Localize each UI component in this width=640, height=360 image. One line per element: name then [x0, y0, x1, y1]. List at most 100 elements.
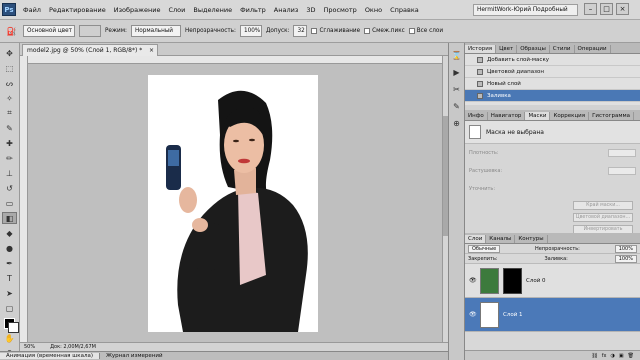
document-tab[interactable]: model2.jpg @ 50% (Слой 1, RGB/8*) * × [22, 44, 158, 56]
feather-field[interactable] [608, 167, 636, 175]
tab-masks[interactable]: Маски [525, 112, 551, 120]
eye-icon[interactable]: 👁 [469, 277, 477, 284]
path-selection-icon[interactable]: ➤ [2, 287, 17, 299]
brush-tool-icon[interactable]: ✏ [2, 152, 17, 164]
shape-tool-icon[interactable]: ▢ [2, 302, 17, 314]
fill-label: Заливка: [544, 255, 568, 262]
menu-3d[interactable]: 3D [302, 6, 319, 14]
menu-file[interactable]: Файл [19, 6, 45, 14]
photoshop-logo[interactable]: Ps [2, 3, 16, 16]
menu-layers[interactable]: Слои [164, 6, 189, 14]
menu-analysis[interactable]: Анализ [270, 6, 303, 14]
fill-source-select[interactable]: Основной цвет [23, 25, 75, 37]
history-panel-tabs: История Цвет Образцы Стили Операции [465, 43, 640, 54]
menu-view[interactable]: Просмотр [319, 6, 360, 14]
type-tool-icon[interactable]: T [2, 272, 17, 284]
contiguous-checkbox[interactable]: Смеж.пикс [364, 28, 405, 34]
menu-select[interactable]: Выделение [189, 6, 236, 14]
lasso-tool-icon[interactable]: ᔕ [2, 77, 17, 89]
panel-dock-icons: ⌛ ▶ ✂ ✎ ⊕ [448, 43, 465, 360]
add-mask-icon[interactable]: ◑ [611, 353, 615, 359]
menu-edit[interactable]: Редактирование [45, 6, 110, 14]
healing-brush-icon[interactable]: ✚ [2, 137, 17, 149]
pen-tool-icon[interactable]: ✒ [2, 257, 17, 269]
link-layers-icon[interactable]: ⛓ [591, 353, 597, 359]
layer-row-selected[interactable]: 👁 Слой 1 [465, 298, 640, 332]
menu-filter[interactable]: Фильтр [236, 6, 270, 14]
history-list: Добавить слой-маску Цветовой диапазон Но… [465, 54, 640, 105]
checkbox-icon [408, 28, 415, 34]
brushes-icon[interactable]: ✎ [453, 102, 460, 111]
document-canvas[interactable] [148, 75, 318, 332]
status-zoom[interactable]: 50% [24, 344, 35, 350]
marquee-tool-icon[interactable]: ⬚ [2, 62, 17, 74]
maximize-button[interactable]: □ [600, 3, 613, 15]
tab-paths[interactable]: Контуры [515, 235, 548, 243]
delete-layer-icon[interactable]: 🗑 [628, 353, 634, 359]
history-panel-icon[interactable]: ⌛ [452, 51, 462, 60]
blend-mode-select[interactable]: Обычные [468, 244, 501, 253]
eyedropper-icon[interactable]: ✎ [2, 122, 17, 134]
close-button[interactable]: × [616, 3, 629, 15]
dodge-tool-icon[interactable]: ● [2, 242, 17, 254]
tab-channels[interactable]: Каналы [486, 235, 516, 243]
tab-layers[interactable]: Слои [465, 235, 487, 243]
mode-select[interactable]: Нормальный [130, 25, 181, 37]
menu-image[interactable]: Изображение [110, 6, 165, 14]
history-item-selected[interactable]: Заливка [465, 90, 640, 102]
clone-stamp-icon[interactable]: ⊥ [2, 167, 17, 179]
paint-bucket-icon[interactable]: ⛽ [4, 25, 19, 37]
clone-source-icon[interactable]: ⊕ [453, 119, 460, 128]
color-range-button[interactable]: Цветовой диапазон... [573, 213, 633, 222]
tab-navigator[interactable]: Навигатор [488, 112, 526, 120]
tab-info[interactable]: Инфо [465, 112, 488, 120]
crop-tool-icon[interactable]: ⌗ [2, 107, 17, 119]
tab-history[interactable]: История [465, 45, 497, 53]
density-field[interactable] [608, 149, 636, 157]
workspace-switcher[interactable]: HermitWork-Юрий Подробный [473, 4, 578, 16]
tab-histogram[interactable]: Гистограмма [589, 112, 635, 120]
layer-opacity-input[interactable]: 100% [614, 244, 637, 253]
fx-icon[interactable]: fx [602, 353, 607, 359]
minimize-button[interactable]: – [584, 3, 597, 15]
menu-help[interactable]: Справка [386, 6, 423, 14]
magic-wand-icon[interactable]: ✧ [2, 92, 17, 104]
mask-edge-button[interactable]: Край маски... [573, 201, 633, 210]
pattern-picker[interactable] [79, 25, 101, 37]
paint-bucket-tool-icon[interactable]: ◧ [2, 212, 17, 224]
history-state-icon [477, 56, 483, 63]
eraser-icon[interactable]: ▭ [2, 197, 17, 209]
blur-tool-icon[interactable]: ◆ [2, 227, 17, 239]
history-item[interactable]: Добавить слой-маску [465, 54, 640, 66]
history-state-icon [477, 92, 483, 99]
layer-row[interactable]: 👁 Слой 0 [465, 264, 640, 298]
menu-window[interactable]: Окно [361, 6, 386, 14]
history-brush-icon[interactable]: ↺ [2, 182, 17, 194]
tab-color[interactable]: Цвет [496, 45, 518, 53]
tolerance-input[interactable]: 32 [293, 25, 308, 37]
tab-measurement-log[interactable]: Журнал измерений [100, 353, 169, 359]
close-tab-icon[interactable]: × [149, 47, 157, 54]
new-layer-icon[interactable]: ▣ [619, 353, 624, 359]
all-layers-checkbox[interactable]: Все слои [408, 28, 443, 34]
layer-fill-input[interactable]: 100% [614, 254, 637, 263]
tab-swatches[interactable]: Образцы [517, 45, 550, 53]
antialias-checkbox[interactable]: Сглаживание [311, 28, 360, 34]
tab-animation[interactable]: Анимация (временная шкала) [0, 353, 100, 359]
opacity-input[interactable]: 100% [239, 25, 262, 37]
history-item[interactable]: Новый слой [465, 78, 640, 90]
layer-mask-thumbnail[interactable] [503, 267, 522, 294]
tool-presets-icon[interactable]: ✂ [453, 85, 460, 94]
tab-actions[interactable]: Операции [575, 45, 611, 53]
background-color-swatch[interactable] [8, 322, 19, 333]
tab-adjustments[interactable]: Коррекция [550, 112, 590, 120]
actions-panel-icon[interactable]: ▶ [453, 68, 459, 77]
history-item[interactable]: Цветовой диапазон [465, 66, 640, 78]
density-row: Плотность: [465, 144, 640, 162]
move-tool-icon[interactable]: ✥ [2, 47, 17, 59]
history-label: Добавить слой-маску [487, 56, 550, 63]
contiguous-label: Смеж.пикс [372, 28, 405, 34]
tab-styles[interactable]: Стили [550, 45, 575, 53]
hand-tool-icon[interactable]: ✋ [2, 332, 17, 344]
eye-icon[interactable]: 👁 [469, 311, 477, 318]
